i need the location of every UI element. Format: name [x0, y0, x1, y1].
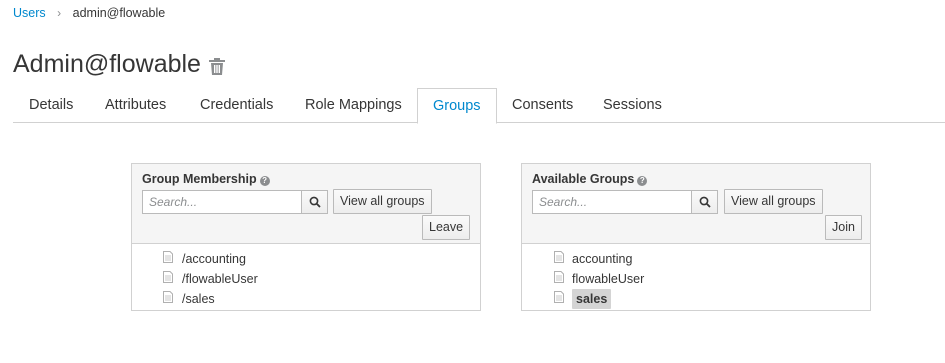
document-icon	[554, 271, 564, 283]
available-groups-title-text: Available Groups	[532, 172, 635, 186]
tab-sessions[interactable]: Sessions	[588, 88, 677, 123]
tab-attributes[interactable]: Attributes	[90, 88, 181, 123]
breadcrumb-users-link[interactable]: Users	[13, 6, 46, 20]
document-icon	[163, 251, 173, 263]
group-membership-title-text: Group Membership	[142, 172, 257, 186]
group-membership-title: Group Membership?	[142, 172, 270, 186]
tab-groups[interactable]: Groups	[417, 88, 497, 124]
document-icon	[554, 251, 564, 263]
tab-credentials[interactable]: Credentials	[185, 88, 288, 123]
available-groups-title: Available Groups?	[532, 172, 648, 186]
leave-button[interactable]: Leave	[422, 215, 471, 240]
available-groups-header: Available Groups? View all groups Join	[522, 164, 870, 244]
available-view-all-groups-button[interactable]: View all groups	[724, 189, 823, 214]
join-button[interactable]: Join	[825, 215, 862, 240]
tree-item-label: /accounting	[182, 252, 246, 266]
breadcrumb-current: admin@flowable	[72, 6, 166, 20]
tab-consents[interactable]: Consents	[497, 88, 588, 123]
tree-item-label: accounting	[572, 252, 633, 266]
search-icon	[309, 196, 321, 208]
available-search-input[interactable]	[532, 190, 692, 214]
tab-role-mappings[interactable]: Role Mappings	[290, 88, 417, 123]
document-icon	[163, 291, 173, 303]
breadcrumb-separator: ›	[57, 6, 62, 20]
search-icon	[699, 196, 711, 208]
tree-item-label: flowableUser	[572, 272, 645, 286]
page-title: Admin@flowable	[13, 50, 201, 78]
tree-item-label: sales	[572, 289, 612, 309]
membership-search-input[interactable]	[142, 190, 302, 214]
group-membership-header: Group Membership? View all groups Leave	[132, 164, 480, 244]
membership-search-button[interactable]	[301, 190, 328, 214]
help-icon[interactable]: ?	[259, 176, 270, 186]
tree-item-label: /sales	[182, 292, 215, 306]
breadcrumb: Users › admin@flowable	[13, 6, 165, 20]
tab-details[interactable]: Details	[14, 88, 88, 123]
tree-item-label: /flowableUser	[182, 272, 258, 286]
tab-bar: Details Attributes Credentials Role Mapp…	[13, 88, 945, 124]
document-icon	[163, 271, 173, 283]
membership-view-all-groups-button[interactable]: View all groups	[333, 189, 432, 214]
available-groups-panel: Available Groups? View all groups Join a…	[521, 163, 871, 311]
available-search-button[interactable]	[691, 190, 718, 214]
group-membership-panel: Group Membership? View all groups Leave …	[131, 163, 481, 311]
document-icon	[554, 291, 564, 303]
help-icon[interactable]: ?	[637, 176, 648, 186]
trash-icon[interactable]	[208, 57, 226, 76]
